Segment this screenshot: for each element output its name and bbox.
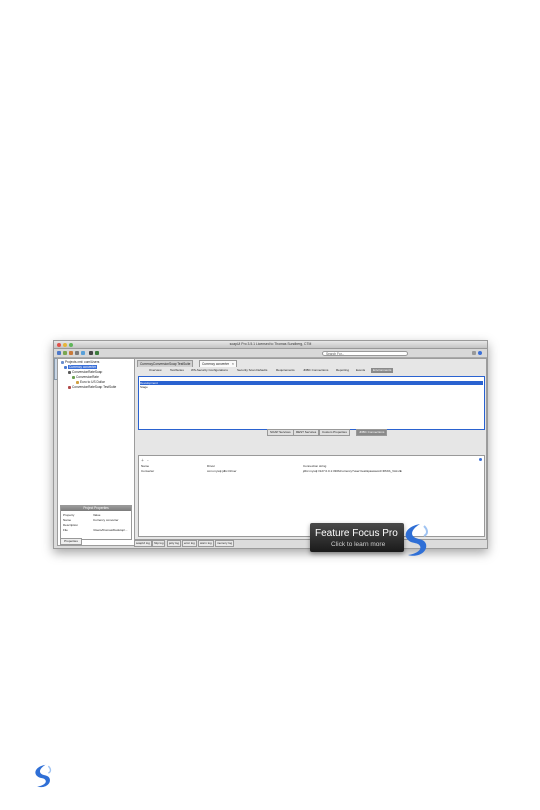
interface-icon bbox=[68, 370, 71, 374]
preferences-icon[interactable] bbox=[75, 351, 79, 355]
tree-label: ConversionRateSoap bbox=[72, 370, 103, 374]
tab-http-log[interactable]: http log bbox=[152, 540, 166, 547]
help-icon[interactable] bbox=[95, 351, 99, 355]
doc-tab-project[interactable]: Currency converter × bbox=[199, 360, 237, 367]
tab-requirements[interactable]: Requirements bbox=[274, 368, 297, 373]
add-icon[interactable]: ＋ bbox=[141, 458, 144, 462]
exit-icon[interactable] bbox=[89, 351, 93, 355]
project-icon bbox=[64, 365, 67, 369]
workspace-icon bbox=[61, 360, 64, 364]
tree-item-project[interactable]: Currency converter bbox=[64, 365, 98, 369]
column-header: Value bbox=[93, 513, 101, 517]
table-row-driver[interactable]: com.mysql.jdbc.Driver bbox=[207, 469, 237, 473]
property-row[interactable]: Name Currency converter bbox=[63, 518, 119, 522]
table-row-connection[interactable]: jdbc:mysql://127.0.0.1:3306/currency?use… bbox=[303, 469, 402, 473]
remove-icon[interactable]: − bbox=[147, 458, 149, 462]
doc-tab-testsuite[interactable]: CurrencyConversionSoap TestSuite bbox=[137, 360, 194, 367]
editor-panel: CurrencyConversionSoap TestSuite Currenc… bbox=[134, 358, 487, 540]
tree-item-operation[interactable]: ConversionRate bbox=[72, 375, 99, 379]
tree-label: Euro to US Dollar bbox=[80, 380, 105, 384]
properties-tab[interactable]: Properties bbox=[60, 538, 82, 545]
online-help-icon[interactable] bbox=[472, 351, 476, 355]
main-toolbar: Search For... bbox=[54, 349, 487, 358]
tree-root[interactable]: Projects.xml: com/Users bbox=[61, 360, 99, 364]
tab-soapui-log[interactable]: soapUI log bbox=[134, 540, 152, 547]
corner-logo-icon bbox=[35, 764, 52, 788]
tab-soap-services[interactable]: SOAP Services bbox=[267, 429, 294, 436]
operation-icon bbox=[72, 375, 75, 379]
window-titlebar: soapUI Pro 3.5.1 Licensed to Thomas Sund… bbox=[54, 341, 487, 349]
tree-item-interface[interactable]: ConversionRateSoap bbox=[68, 370, 102, 374]
tab-jdbc-connections[interactable]: JDBC Connections bbox=[356, 429, 388, 436]
tree-item-request[interactable]: Euro to US Dollar bbox=[76, 380, 105, 384]
tab-rest-services[interactable]: REST Services bbox=[293, 429, 320, 436]
help-icon[interactable] bbox=[479, 458, 482, 461]
tab-environments[interactable]: Environments bbox=[371, 368, 394, 373]
close-icon[interactable]: × bbox=[232, 362, 234, 366]
testsuite-icon bbox=[68, 385, 71, 389]
import-icon[interactable] bbox=[63, 351, 67, 355]
tab-events[interactable]: Events bbox=[354, 368, 367, 373]
table-row-name[interactable]: Converter bbox=[141, 469, 154, 473]
window-title: soapUI Pro 3.5.1 Licensed to Thomas Sund… bbox=[229, 342, 312, 346]
tab-security-scan[interactable]: Security Scan Defaults bbox=[235, 368, 269, 373]
request-icon bbox=[76, 380, 79, 384]
tab-memory-log[interactable]: memory log bbox=[215, 540, 235, 547]
promo-title: Feature Focus Pro bbox=[315, 528, 398, 539]
property-name: Name bbox=[63, 518, 72, 522]
tab-jdbc[interactable]: JDBC Connections bbox=[301, 368, 330, 373]
property-row[interactable]: Description bbox=[63, 523, 78, 527]
list-item[interactable]: Stage bbox=[140, 385, 148, 389]
tree-label: ConversionRate bbox=[76, 375, 99, 379]
bottom-tabs: SOAP Services REST Services Custom Prope… bbox=[267, 429, 487, 436]
tab-reporting[interactable]: Reporting bbox=[334, 368, 351, 373]
tab-overview[interactable]: Overview bbox=[147, 368, 164, 373]
property-value: Currency converter bbox=[93, 518, 119, 522]
column-driver: Driver bbox=[207, 464, 215, 468]
tree-label: ConversionRateSoap TestSuite bbox=[72, 385, 117, 389]
app-screenshot: soapUI Pro 3.5.1 Licensed to Thomas Sund… bbox=[53, 340, 488, 549]
properties-header-row: Property Value bbox=[63, 513, 100, 517]
save-all-icon[interactable] bbox=[69, 351, 73, 355]
properties-title: Project Properties bbox=[61, 506, 131, 511]
doc-tab-label: CurrencyConversionSoap TestSuite bbox=[140, 362, 191, 366]
column-connection-string: Connection string bbox=[303, 464, 327, 468]
properties-panel: Project Properties Property Value Name C… bbox=[60, 505, 132, 540]
feature-focus-banner[interactable]: Feature Focus Pro Click to learn more bbox=[310, 523, 404, 552]
tab-testsuites[interactable]: TestSuites bbox=[168, 368, 186, 373]
tab-custom-properties[interactable]: Custom Properties bbox=[319, 429, 350, 436]
info-icon[interactable] bbox=[478, 351, 482, 355]
tab-error-log[interactable]: error log bbox=[182, 540, 197, 547]
property-name: Description bbox=[63, 523, 79, 527]
environments-list: Development Stage bbox=[138, 376, 485, 430]
new-project-icon[interactable] bbox=[57, 351, 61, 355]
smartbear-logo-icon bbox=[405, 524, 428, 556]
tree-label: Projects.xml: com/Users bbox=[65, 360, 100, 364]
property-value: /Users/thomas/Desktop/... bbox=[93, 528, 128, 532]
column-header: Property bbox=[63, 513, 75, 517]
tab-wsrm-log[interactable]: wsrm log bbox=[198, 540, 214, 547]
property-row[interactable]: File /Users/thomas/Desktop/... bbox=[63, 528, 128, 532]
tree-label: Currency converter bbox=[68, 365, 98, 369]
doc-tab-label: Currency converter bbox=[202, 362, 230, 366]
tab-jetty-log[interactable]: jetty log bbox=[167, 540, 181, 547]
search-input[interactable]: Search For... bbox=[322, 350, 408, 356]
column-name: Name bbox=[141, 464, 150, 468]
property-name: File bbox=[63, 528, 68, 532]
tab-ws-security[interactable]: WS-Security Configurations bbox=[189, 368, 230, 373]
tree-item-testsuite[interactable]: ConversionRateSoap TestSuite bbox=[68, 385, 116, 389]
list-item[interactable]: Development bbox=[140, 381, 483, 385]
proxy-icon[interactable] bbox=[81, 351, 85, 355]
promo-subtitle: Click to learn more bbox=[331, 541, 386, 548]
